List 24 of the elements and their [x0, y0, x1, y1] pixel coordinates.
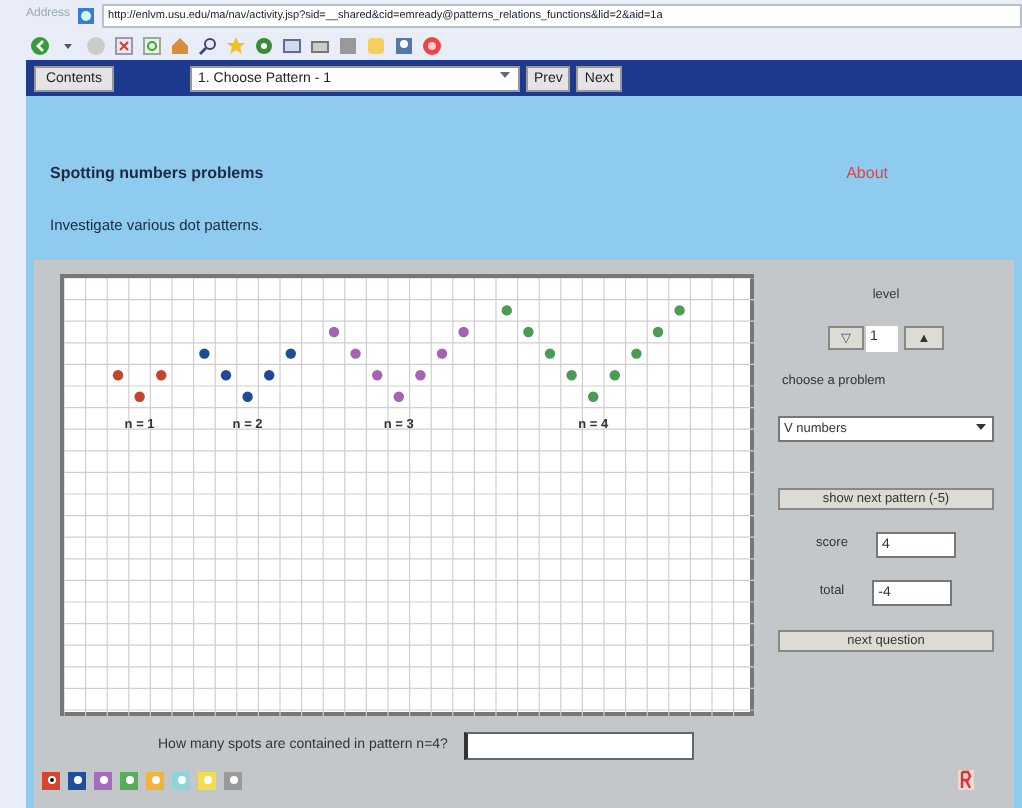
caret-icon [498, 68, 512, 83]
back-icon[interactable] [30, 35, 50, 55]
color-swatch[interactable] [198, 771, 216, 789]
print-icon[interactable] [310, 35, 330, 55]
color-swatch[interactable] [120, 771, 138, 789]
home-icon[interactable] [170, 35, 190, 55]
color-swatch[interactable] [146, 771, 164, 789]
color-swatch[interactable] [68, 771, 86, 789]
ring-icon[interactable] [422, 35, 442, 55]
refresh-icon[interactable] [142, 35, 162, 55]
answer-field[interactable] [463, 732, 694, 760]
color-swatch[interactable] [42, 771, 60, 789]
star-icon[interactable] [226, 35, 246, 55]
document-icon[interactable] [338, 35, 358, 55]
color-swatch[interactable] [172, 771, 190, 789]
color-swatch[interactable] [224, 771, 242, 789]
logo-icon [958, 770, 974, 790]
search-icon[interactable] [198, 35, 218, 55]
page-icon [76, 5, 97, 25]
color-swatch[interactable] [94, 771, 112, 789]
stop-icon[interactable] [114, 35, 134, 55]
page-title: Spotting numbers problems [50, 162, 264, 186]
people-icon[interactable] [394, 35, 414, 55]
mail-icon[interactable] [282, 35, 302, 55]
